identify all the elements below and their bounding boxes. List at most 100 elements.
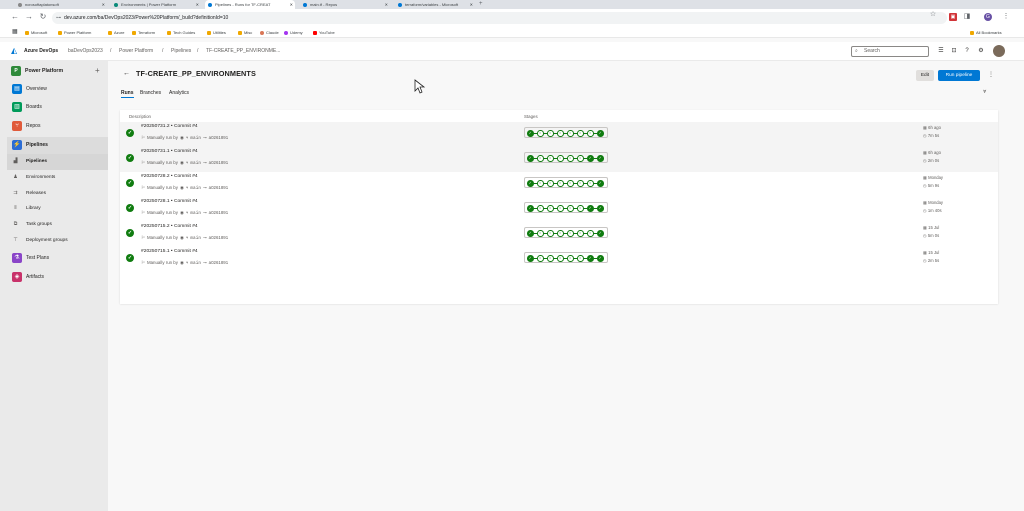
run-commit[interactable]: a0261891 (209, 135, 229, 140)
bookmark-star-icon[interactable]: ☆ (929, 11, 937, 19)
stages-graph[interactable]: ✓ ○ ○ ○ ○ ○ ✓ ✓ (524, 202, 608, 213)
extensions-puzzle-icon[interactable]: ◨ (963, 13, 971, 21)
more-actions-icon[interactable]: ⋮ (988, 70, 994, 81)
browser-menu-icon[interactable]: ⋮ (1002, 13, 1010, 21)
bookmark-tech-guides[interactable]: Tech Guides (167, 27, 195, 38)
run-commit[interactable]: a0261891 (209, 185, 229, 190)
back-icon[interactable]: ← (10, 12, 20, 22)
stage-succeeded-icon[interactable]: ✓ (597, 155, 604, 162)
stage-succeeded-icon[interactable]: ✓ (597, 130, 604, 137)
add-icon[interactable]: + (95, 65, 100, 77)
sidebar-item-pipelines[interactable]: ⚡ Pipelines (7, 137, 108, 154)
address-bar[interactable]: ⊶ dev.azure.com/ba/DevOps2023/Power%20Pla… (52, 12, 947, 24)
help-icon[interactable]: ? (963, 47, 971, 55)
breadcrumb-pipelines[interactable]: Pipelines (171, 42, 191, 60)
sidebar-subitem-releases[interactable]: ⇉ Releases (7, 186, 108, 202)
close-tab-icon[interactable]: ✕ (470, 0, 473, 9)
stages-graph[interactable]: ✓ ○ ○ ○ ○ ○ ○ ✓ (524, 227, 608, 238)
run-branch[interactable]: main (190, 261, 201, 266)
stage-succeeded-icon[interactable]: ✓ (597, 205, 604, 212)
run-title[interactable]: #20250715.2 • Commit #4 (141, 224, 198, 229)
all-bookmarks[interactable]: All Bookmarks (970, 27, 1002, 38)
stage-succeeded-icon[interactable]: ✓ (597, 255, 604, 262)
azure-devops-logo-icon[interactable]: ◭ (11, 47, 19, 55)
table-row[interactable]: ✓ #20250731.2 • Commit #4 ⚐ Manually run by… (120, 122, 998, 147)
table-row[interactable]: ✓ #20250715.1 • Commit #4 ⚐ Manually run by… (120, 247, 998, 272)
edit-button[interactable]: Edit (916, 70, 934, 81)
bookmark-azure[interactable]: Azure (108, 27, 124, 38)
new-tab-icon[interactable]: + (479, 0, 483, 9)
site-info-icon[interactable]: ⊶ (56, 12, 61, 24)
tab-runs[interactable]: Runs (121, 89, 134, 98)
apps-icon[interactable]: ▦ (12, 27, 18, 38)
bookmark-udemy[interactable]: Udemy (284, 27, 303, 38)
stage-succeeded-icon[interactable]: ✓ (597, 180, 604, 187)
browser-tab[interactable]: ncrosoftaplatonsoft ✕ (15, 0, 107, 9)
browser-tab[interactable]: main.tf - Repos ✕ (300, 0, 390, 9)
bookmark-youtube[interactable]: YouTube (313, 27, 335, 38)
sidebar-item-artifacts[interactable]: ◈ Artifacts (7, 269, 108, 286)
stages-graph[interactable]: ✓ ○ ○ ○ ○ ○ ○ ✓ (524, 127, 608, 138)
run-branch[interactable]: main (190, 161, 201, 166)
close-tab-icon[interactable]: ✕ (385, 0, 388, 9)
run-title[interactable]: #20250728.1 • Commit #4 (141, 199, 198, 204)
stage-succeeded-icon[interactable]: ✓ (597, 230, 604, 237)
close-tab-icon[interactable]: ✕ (196, 0, 199, 9)
search-input[interactable]: ⌕ Search (851, 46, 929, 57)
project-header[interactable]: P Power Platform + (9, 65, 104, 77)
bookmark-terraform[interactable]: Terraform (132, 27, 155, 38)
stages-graph[interactable]: ✓ ○ ○ ○ ○ ○ ✓ ✓ (524, 152, 608, 163)
bookmark-claude[interactable]: Claude (260, 27, 279, 38)
browser-tab[interactable]: Environments | Power Platform ✕ (111, 0, 201, 9)
close-tab-icon[interactable]: ✕ (290, 0, 293, 9)
user-settings-icon[interactable]: ⚙ (977, 47, 985, 55)
bookmark-utilities[interactable]: Utilities (207, 27, 226, 38)
table-row[interactable]: ✓ #20250715.2 • Commit #4 ⚐ Manually run by… (120, 222, 998, 247)
stages-graph[interactable]: ✓ ○ ○ ○ ○ ○ ✓ ✓ (524, 252, 608, 263)
filter-icon[interactable]: ⩔ (983, 89, 986, 96)
run-branch[interactable]: main (190, 136, 201, 141)
run-branch[interactable]: main (190, 211, 201, 216)
bookmark-misc[interactable]: Misc (238, 27, 252, 38)
bookmark-microsoft[interactable]: Microsoft (25, 27, 47, 38)
brand-link[interactable]: Azure DevOps (24, 42, 58, 60)
stages-graph[interactable]: ✓ ○ ○ ○ ○ ○ ○ ✓ (524, 177, 608, 188)
sidebar-subitem-pipelines[interactable]: ▟ Pipelines (7, 154, 108, 170)
browser-tab[interactable]: terraform/variables - Microsoft ✕ (395, 0, 475, 9)
avatar[interactable] (993, 45, 1005, 57)
sidebar-item-overview[interactable]: ▤ Overview (7, 81, 108, 98)
browser-tab-active[interactable]: Pipelines - Runs for TF-CREAT ✕ (205, 0, 295, 9)
sidebar-subitem-deployment-groups[interactable]: ⊤ Deployment groups (7, 233, 108, 249)
sidebar-subitem-library[interactable]: ⦀ Library (7, 201, 108, 217)
run-title[interactable]: #20250731.1 • Commit #4 (141, 149, 198, 154)
back-arrow-icon[interactable]: ← (123, 70, 130, 77)
run-branch[interactable]: main (190, 236, 201, 241)
reload-icon[interactable]: ↻ (38, 12, 48, 22)
marketplace-icon[interactable]: ⊡ (950, 47, 958, 55)
run-branch[interactable]: main (190, 186, 201, 191)
profile-icon[interactable]: G (984, 13, 992, 21)
run-commit[interactable]: a0261891 (209, 235, 229, 240)
run-title[interactable]: #20250715.1 • Commit #4 (141, 249, 198, 254)
forward-icon[interactable]: → (24, 12, 34, 22)
list-icon[interactable]: ☰ (937, 47, 945, 55)
table-row[interactable]: ✓ #20250728.2 • Commit #4 ⚐ Manually run by… (120, 172, 998, 197)
extension-icon[interactable]: ▣ (949, 13, 957, 21)
breadcrumb-org[interactable]: baDevOps2023 (68, 42, 103, 60)
bookmark-power-platform[interactable]: Power Platform (58, 27, 91, 38)
run-commit[interactable]: a0261891 (209, 210, 229, 215)
run-commit[interactable]: a0261891 (209, 260, 229, 265)
sidebar-item-boards[interactable]: ▥ Boards (7, 99, 108, 116)
table-row[interactable]: ✓ #20250728.1 • Commit #4 ⚐ Manually run by… (120, 197, 998, 222)
run-pipeline-button[interactable]: Run pipeline (938, 70, 980, 81)
table-row[interactable]: ✓ #20250731.1 • Commit #4 ⚐ Manually run by… (120, 147, 998, 172)
breadcrumb-project[interactable]: Power Platform (119, 42, 153, 60)
sidebar-subitem-task-groups[interactable]: ⧉ Task groups (7, 217, 108, 233)
tab-analytics[interactable]: Analytics (169, 89, 189, 97)
run-commit[interactable]: a0261891 (209, 160, 229, 165)
sidebar-item-repos[interactable]: ⑂ Repos (7, 118, 108, 135)
sidebar-item-test-plans[interactable]: ⚗ Test Plans (7, 250, 108, 267)
run-title[interactable]: #20250731.2 • Commit #4 (141, 124, 198, 129)
run-title[interactable]: #20250728.2 • Commit #4 (141, 174, 198, 179)
breadcrumb-pipeline[interactable]: TF-CREATE_PP_ENVIRONME... (206, 42, 280, 60)
